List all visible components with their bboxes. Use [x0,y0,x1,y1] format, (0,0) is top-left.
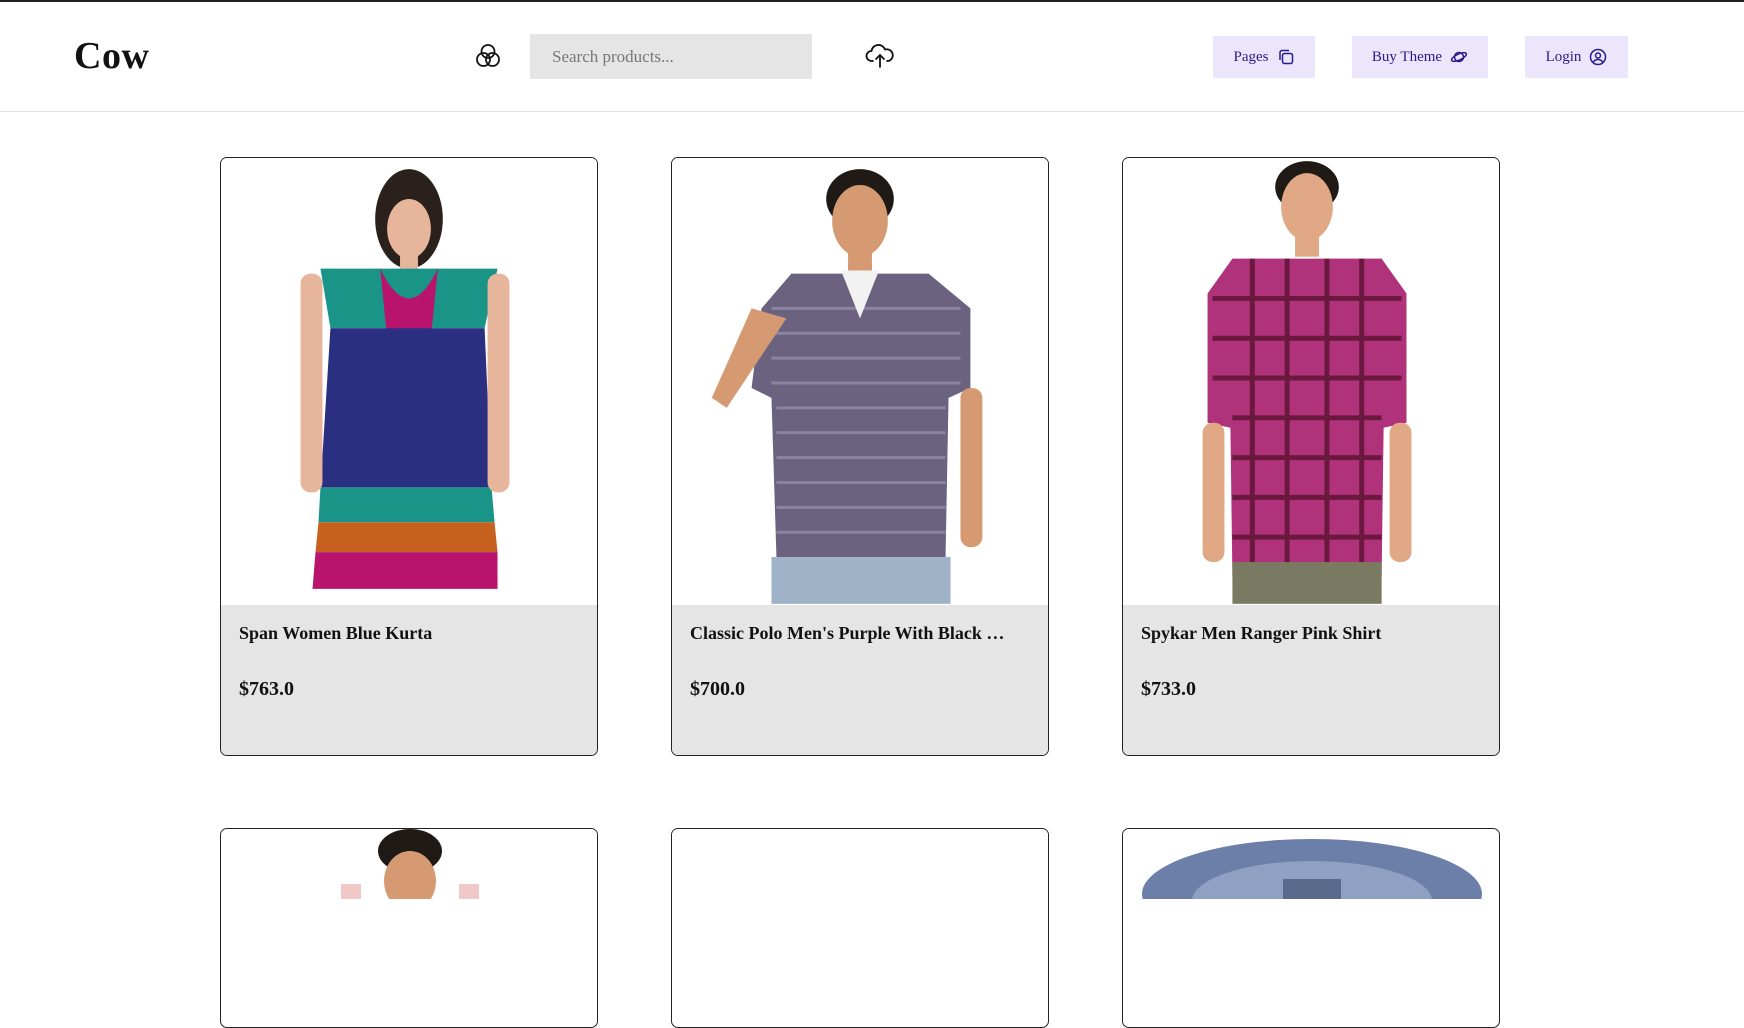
pages-button-label: Pages [1233,48,1269,65]
product-price: $700.0 [690,678,745,700]
product-card[interactable]: Spykar Men Ranger Pink Shirt $733.0 [1122,157,1500,756]
product-image[interactable] [672,158,1048,605]
product-card[interactable] [671,828,1049,1028]
product-photo-shirt [1123,159,1499,604]
product-photo-partial [221,829,597,911]
product-price: $733.0 [1141,678,1196,700]
product-info: Classic Polo Men's Purple With Black … $… [672,605,1048,755]
product-photo-kurta [221,159,597,604]
cloud-upload-icon[interactable] [865,40,895,70]
color-circles-icon[interactable] [474,42,502,70]
user-circle-icon [1590,48,1607,66]
product-card[interactable] [1122,828,1500,1028]
buy-theme-button-label: Buy Theme [1371,48,1443,65]
buy-theme-button[interactable]: Buy Theme [1352,36,1488,78]
product-image[interactable] [221,158,597,605]
product-name[interactable]: Span Women Blue Kurta [239,623,579,644]
planet-icon [1450,51,1468,63]
product-card[interactable]: Span Women Blue Kurta $763.0 [220,157,598,756]
pages-button[interactable]: Pages [1213,36,1315,78]
product-info: Span Women Blue Kurta $763.0 [221,605,597,755]
product-image[interactable] [1123,158,1499,605]
login-button[interactable]: Login [1525,36,1628,78]
product-name[interactable]: Spykar Men Ranger Pink Shirt [1141,623,1481,644]
product-price: $763.0 [239,678,294,700]
search-input[interactable] [530,34,812,79]
product-photo-partial [1123,829,1499,949]
product-info: Spykar Men Ranger Pink Shirt $733.0 [1123,605,1499,755]
site-logo[interactable]: Cow [74,34,149,78]
product-card[interactable]: Classic Polo Men's Purple With Black … $… [671,157,1049,756]
product-card[interactable] [220,828,598,1028]
product-image[interactable] [672,829,1048,899]
product-photo-polo [672,159,1048,604]
product-name[interactable]: Classic Polo Men's Purple With Black … [690,623,1030,644]
login-button-label: Login [1545,48,1582,65]
site-header: Cow Pages Buy Theme Login [0,2,1744,112]
copy-icon [1278,49,1293,65]
